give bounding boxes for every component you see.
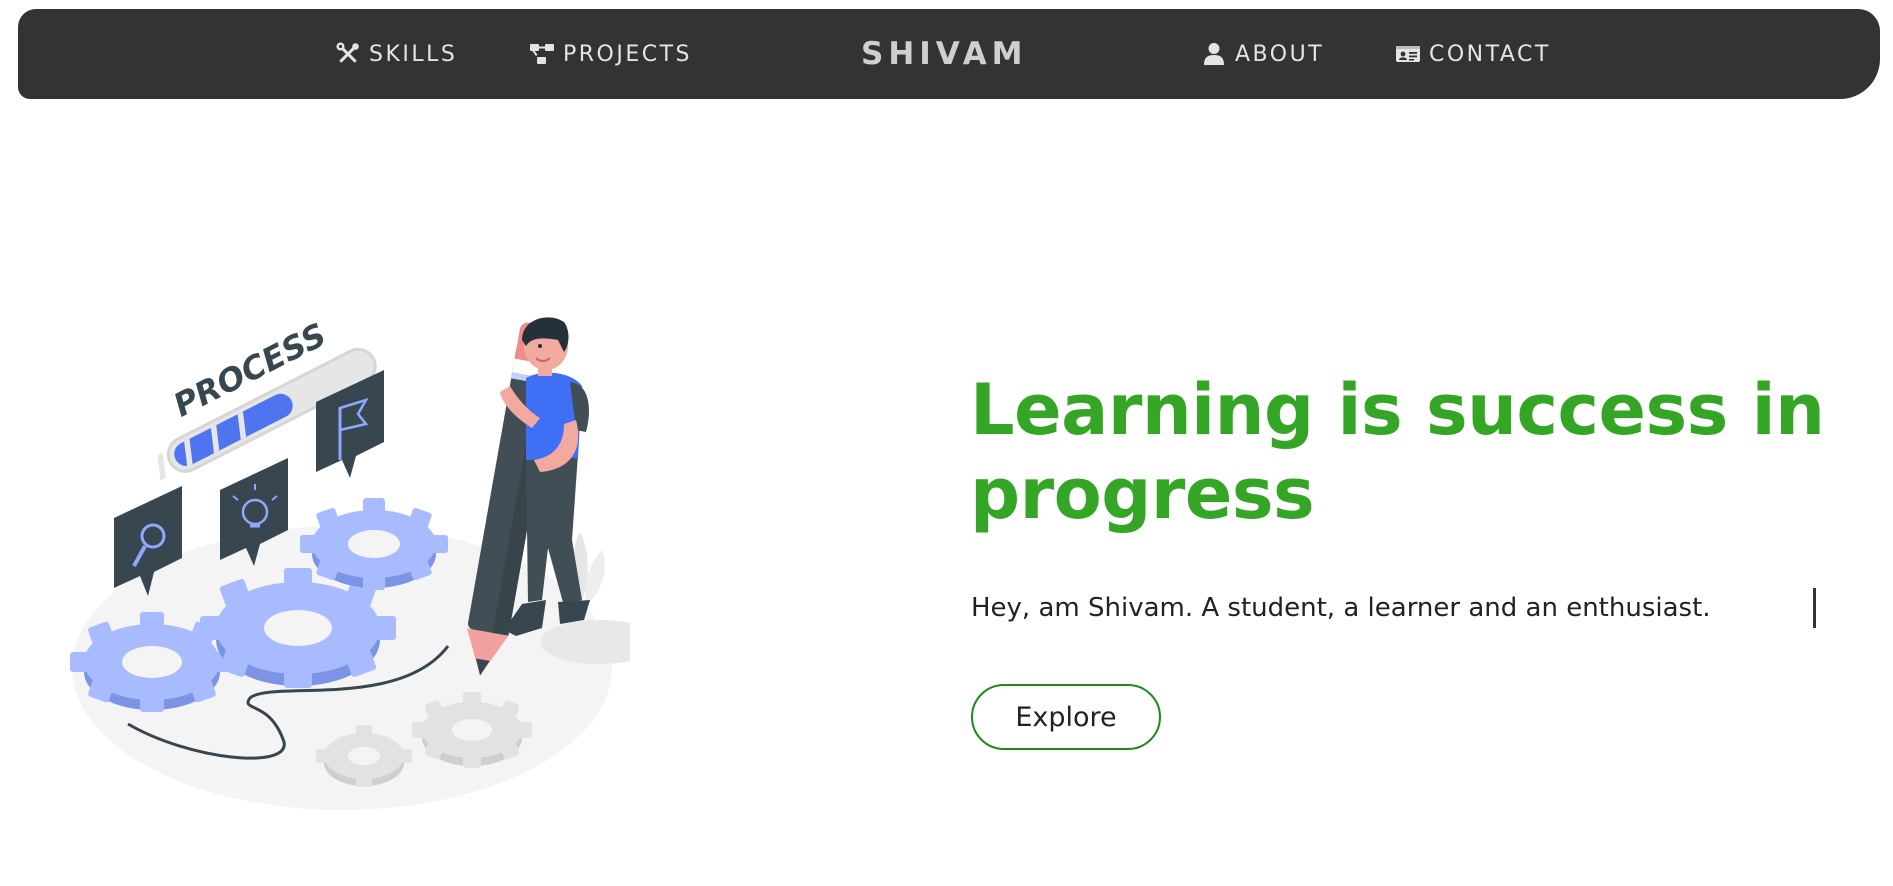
user-icon <box>1201 41 1227 67</box>
hero-title: Learning is success in progress <box>970 369 1825 535</box>
nav-item-about-label: ABOUT <box>1235 41 1325 67</box>
nav-item-contact-label: CONTACT <box>1429 41 1551 67</box>
hero-illustration: PROCESS <box>70 300 660 820</box>
nav-item-contact[interactable]: CONTACT <box>1395 9 1551 99</box>
page: SKILLS PROJECTS SHIVAM ABOUT CONTACT PRO… <box>0 0 1893 886</box>
nav-item-about[interactable]: ABOUT <box>1201 9 1324 99</box>
id-card-icon <box>1395 41 1421 67</box>
gear-icon <box>300 498 448 590</box>
project-diagram-icon <box>529 41 555 67</box>
nav-item-skills[interactable]: SKILLS <box>335 9 457 99</box>
explore-button[interactable]: Explore <box>971 684 1161 750</box>
typing-cursor <box>1813 588 1816 628</box>
nav-item-projects[interactable]: PROJECTS <box>529 9 692 99</box>
nav-item-projects-label: PROJECTS <box>563 41 693 67</box>
hero-subtitle: Hey, am Shivam. A student, a learner and… <box>971 593 1711 623</box>
brand-logo[interactable]: SHIVAM <box>861 9 1028 99</box>
nav-item-skills-label: SKILLS <box>369 41 458 67</box>
tools-icon <box>335 41 361 67</box>
navbar: SKILLS PROJECTS SHIVAM ABOUT CONTACT <box>18 9 1880 99</box>
gear-icon <box>412 692 532 768</box>
